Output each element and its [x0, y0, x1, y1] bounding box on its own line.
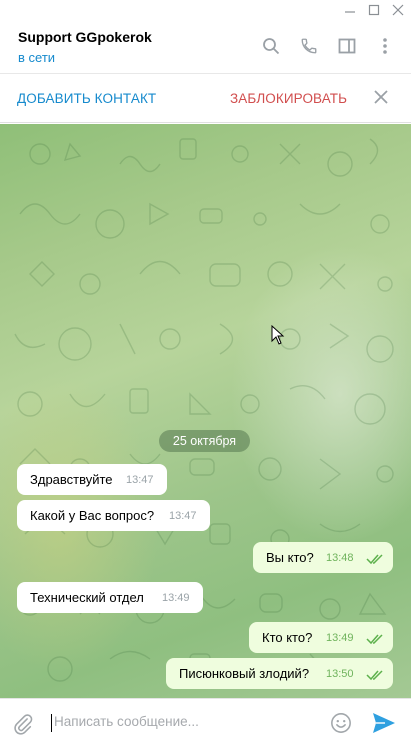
- message-text: Вы кто?: [266, 550, 314, 565]
- contact-action-bar: ДОБАВИТЬ КОНТАКТ ЗАБЛОКИРОВАТЬ: [0, 73, 411, 123]
- message-text: Кто кто?: [262, 630, 313, 645]
- message-time: 13:49: [326, 632, 354, 644]
- maximize-icon[interactable]: [365, 2, 383, 18]
- date-divider: 25 октября: [159, 430, 250, 452]
- message-outgoing[interactable]: Вы кто? 13:48: [253, 542, 393, 573]
- message-time: 13:49: [162, 592, 190, 604]
- message-incoming[interactable]: Здравствуйте 13:47: [17, 464, 167, 495]
- mouse-pointer-icon: [271, 325, 285, 345]
- message-text: Здравствуйте: [30, 472, 113, 487]
- window-titlebar: [0, 0, 411, 20]
- header-actions: [261, 36, 395, 56]
- message-time: 13:50: [326, 668, 354, 680]
- message-outgoing[interactable]: Писюнковый злодий? 13:50: [166, 658, 393, 689]
- send-icon[interactable]: [372, 712, 396, 734]
- message-text: Какой у Вас вопрос?: [30, 508, 155, 523]
- close-icon[interactable]: [371, 87, 391, 107]
- block-user-button[interactable]: ЗАБЛОКИРОВАТЬ: [230, 91, 347, 106]
- message-time: 13:47: [126, 474, 154, 486]
- more-vertical-icon[interactable]: [375, 36, 395, 56]
- chat-title[interactable]: Support GGpokerok: [18, 29, 152, 45]
- message-time: 13:48: [326, 552, 354, 564]
- message-text: Технический отдел: [30, 590, 144, 605]
- search-icon[interactable]: [261, 36, 281, 56]
- message-input[interactable]: Написать сообщение...: [54, 714, 199, 729]
- chat-status: в сети: [18, 50, 56, 65]
- message-text: Писюнковый злодий?: [179, 666, 310, 681]
- add-contact-button[interactable]: ДОБАВИТЬ КОНТАКТ: [17, 91, 156, 106]
- phone-icon[interactable]: [299, 36, 319, 56]
- text-caret: [51, 714, 52, 732]
- message-incoming[interactable]: Какой у Вас вопрос? 13:47: [17, 500, 210, 531]
- read-check-icon: [366, 670, 383, 681]
- message-incoming[interactable]: Технический отдел 13:49: [17, 582, 203, 613]
- read-check-icon: [366, 554, 383, 565]
- chat-header: Support GGpokerok в сети: [0, 20, 411, 72]
- minimize-icon[interactable]: [341, 2, 359, 18]
- chat-area[interactable]: 25 октября Здравствуйте 13:47 Какой у Ва…: [0, 124, 411, 698]
- message-time: 13:47: [169, 510, 197, 522]
- message-composer: Написать сообщение...: [0, 698, 411, 748]
- read-check-icon: [366, 634, 383, 645]
- emoji-icon[interactable]: [330, 712, 352, 734]
- attach-icon[interactable]: [12, 713, 34, 735]
- sidebar-icon[interactable]: [337, 36, 357, 56]
- window-controls: [341, 2, 407, 18]
- message-outgoing[interactable]: Кто кто? 13:49: [249, 622, 393, 653]
- close-icon[interactable]: [389, 2, 407, 18]
